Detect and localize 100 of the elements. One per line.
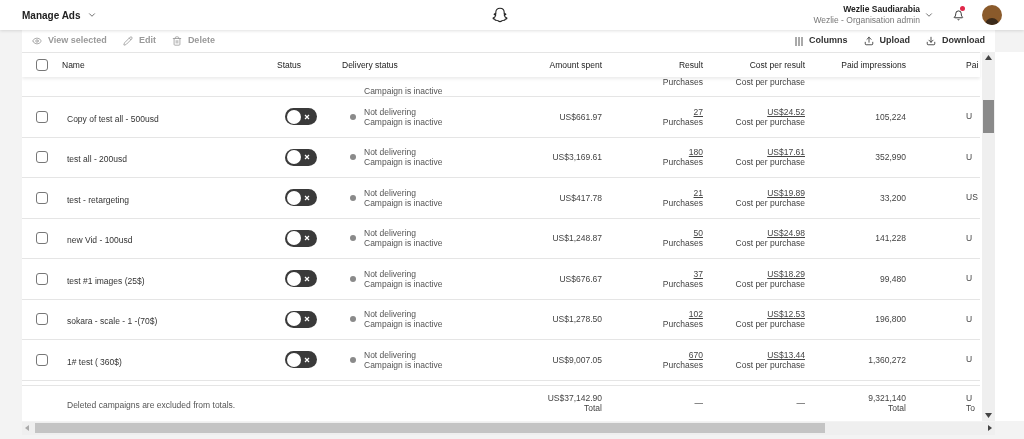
status-toggle[interactable]: [285, 148, 317, 166]
scroll-right-icon[interactable]: [988, 425, 992, 431]
impressions-value: 105,224: [875, 111, 906, 122]
impressions-value: 99,480: [880, 273, 906, 284]
cost-label: Cost per purchase: [735, 197, 805, 208]
status-toggle[interactable]: [285, 270, 317, 288]
scrollbar-thumb[interactable]: [983, 100, 994, 133]
delivery-status: Not delivering: [364, 228, 417, 239]
cost-link[interactable]: US$24.52: [767, 106, 805, 117]
cost-link[interactable]: US$19.89: [767, 187, 805, 198]
checkbox[interactable]: [36, 313, 48, 326]
column-header[interactable]: Amount spent: [549, 58, 602, 72]
cost-link[interactable]: US$17.61: [767, 147, 805, 158]
checkbox[interactable]: [36, 59, 48, 71]
page-title[interactable]: Manage Ads: [22, 7, 81, 23]
delivery-status: Not delivering: [364, 106, 417, 117]
totals-note: Deleted campaigns are excluded from totals.: [67, 400, 236, 410]
column-header[interactable]: Status: [277, 58, 302, 72]
impressions-value: 352,990: [875, 152, 906, 163]
result-link[interactable]: 670: [688, 349, 703, 360]
delivery-detail: Campaign is inactive: [364, 116, 443, 127]
result-label: Purchases: [662, 116, 703, 127]
total-result: —: [694, 398, 703, 408]
status-toggle[interactable]: [285, 229, 317, 247]
checkbox[interactable]: [36, 110, 48, 123]
cost-link[interactable]: US$13.44: [767, 349, 805, 360]
cost-link[interactable]: US$12.53: [767, 309, 805, 320]
status-toggle[interactable]: [285, 108, 317, 126]
x-icon: [304, 235, 310, 242]
status-toggle[interactable]: [285, 351, 317, 369]
checkbox[interactable]: [36, 353, 48, 366]
result-label: Purchases: [662, 77, 703, 87]
result-link[interactable]: 27: [693, 106, 703, 117]
table-cell: U: [966, 313, 973, 324]
result-link[interactable]: 102: [688, 309, 703, 320]
cost-link[interactable]: US$24.98: [767, 228, 805, 239]
status-toggle[interactable]: [285, 189, 317, 207]
scroll-down-icon[interactable]: [985, 412, 992, 418]
total-label: Total: [584, 403, 602, 413]
table-cell: U: [966, 273, 973, 284]
scrollbar-thumb[interactable]: [35, 423, 825, 433]
impressions-value: 1,360,272: [868, 354, 906, 365]
campaign-name[interactable]: sokara - scale - 1 -(70$): [67, 316, 158, 327]
avatar[interactable]: [982, 5, 1002, 25]
campaign-name[interactable]: test #1 images (25$): [67, 275, 145, 286]
table-cell: U: [966, 151, 973, 162]
result-label: Purchases: [662, 157, 703, 168]
amount-spent: US$1,278.50: [552, 314, 602, 325]
delivery-detail: Campaign is inactive: [364, 197, 443, 208]
trash-icon: [171, 36, 182, 46]
result-label: Purchases: [662, 197, 703, 208]
table-cell: U: [966, 354, 973, 365]
column-header[interactable]: Delivery status: [342, 58, 398, 72]
result-link[interactable]: 37: [693, 268, 703, 279]
toolbar-button[interactable]: Download: [926, 34, 985, 48]
amount-spent: US$1,248.87: [552, 233, 602, 244]
total-label: Total: [888, 403, 906, 413]
column-header[interactable]: Name: [62, 58, 85, 72]
horizontal-scrollbar[interactable]: [22, 421, 995, 435]
delivery-status: Not delivering: [364, 309, 417, 320]
toolbar-button[interactable]: Columns: [795, 34, 848, 48]
result-label: Purchases: [662, 359, 703, 370]
upload-icon: [863, 36, 874, 46]
result-link[interactable]: 50: [693, 228, 703, 239]
status-toggle[interactable]: [285, 310, 317, 328]
delivery-status: Not delivering: [364, 187, 417, 198]
impressions-value: 141,228: [875, 233, 906, 244]
cost-link[interactable]: US$18.29: [767, 268, 805, 279]
table-cell: U: [966, 111, 973, 122]
checkbox[interactable]: [36, 272, 48, 285]
campaign-name[interactable]: new Vid - 100usd: [67, 235, 133, 246]
campaign-name[interactable]: 1# test ( 360$): [67, 356, 122, 367]
chevron-icon[interactable]: [86, 10, 97, 20]
chevron-icon[interactable]: [924, 10, 934, 20]
campaign-name[interactable]: test all - 200usd: [67, 154, 127, 165]
checkbox[interactable]: [36, 232, 48, 245]
checkbox[interactable]: [36, 151, 48, 164]
delivery-status: Not delivering: [364, 268, 417, 279]
toolbar-button[interactable]: Upload: [863, 34, 910, 48]
bell-icon: [952, 9, 964, 21]
ghost-logo[interactable]: [492, 7, 508, 23]
delivery-detail: Campaign is inactive: [364, 238, 443, 249]
scroll-up-icon[interactable]: [985, 55, 992, 60]
campaign-name[interactable]: test - retargeting: [67, 194, 129, 205]
vertical-scrollbar[interactable]: [982, 52, 995, 421]
amount-spent: US$661.97: [559, 111, 602, 122]
amount-spent: US$9,007.05: [552, 354, 602, 365]
result-link[interactable]: 21: [693, 187, 703, 198]
checkbox[interactable]: [36, 191, 48, 204]
column-header[interactable]: Paid impressions: [841, 58, 906, 72]
campaign-name[interactable]: Copy of test all - 500usd: [67, 113, 159, 124]
table-cell: US: [966, 192, 978, 203]
result-label: Purchases: [662, 278, 703, 289]
column-header[interactable]: Result: [678, 58, 703, 72]
x-icon: [304, 316, 310, 323]
table-cell-text: U: [966, 393, 974, 403]
column-header[interactable]: Cost per result: [749, 58, 805, 72]
x-icon: [304, 113, 310, 120]
column-header[interactable]: Pai: [966, 58, 979, 72]
result-link[interactable]: 180: [688, 147, 703, 158]
